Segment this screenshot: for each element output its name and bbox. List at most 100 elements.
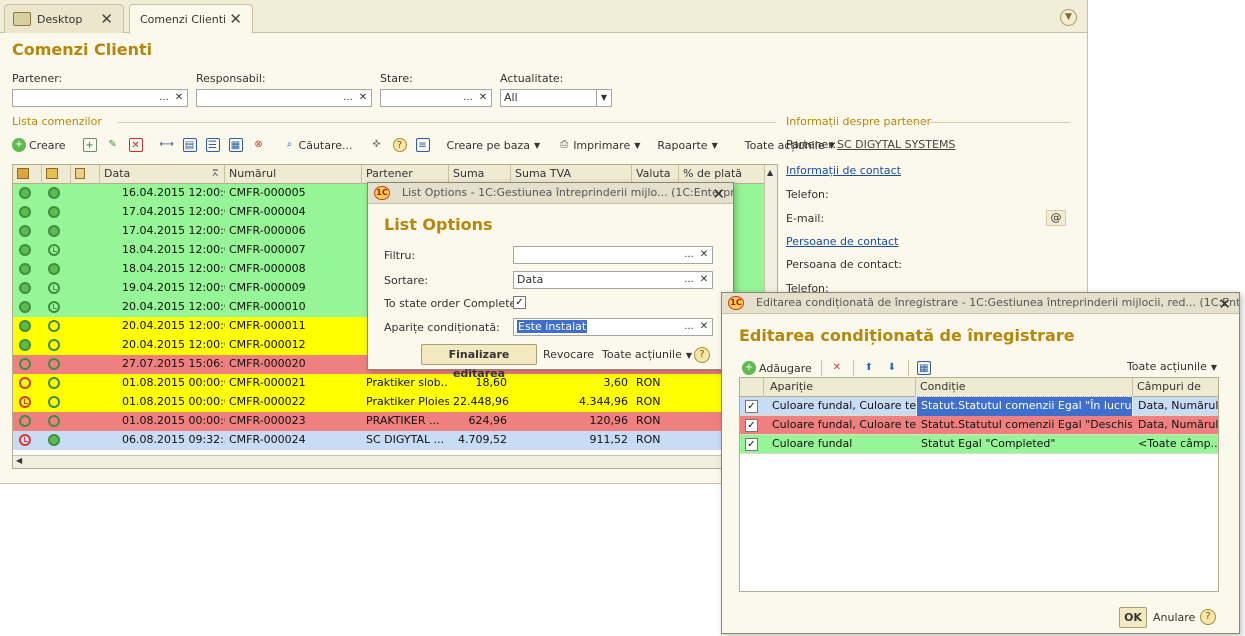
column-header-conditie[interactable]: Condiție (916, 378, 1133, 397)
status-cells (13, 431, 100, 450)
create-based-label: Creare pe baza (446, 138, 531, 152)
search-icon: ⌕ (286, 139, 293, 150)
delete-button[interactable]: ✕ (830, 361, 844, 375)
column-header-campuri[interactable]: Câmpuri de pr... (1133, 378, 1218, 411)
all-actions-button[interactable]: Toate acțiunile ▼ (1127, 360, 1217, 373)
scroll-left-icon[interactable]: ◀ (16, 456, 22, 465)
cell-vat: 4.344,96 (511, 393, 632, 412)
divider (820, 360, 822, 376)
close-icon[interactable]: ✕ (1218, 294, 1231, 313)
move-up-button[interactable]: ⬆ (862, 361, 876, 375)
contact-persons-link[interactable]: Persoane de contact (786, 235, 898, 248)
add-button[interactable]: + Adăugare (742, 361, 812, 375)
cell-date: 17.04.2015 12:00:00 (100, 203, 225, 222)
table-row[interactable]: 01.08.2015 00:00:00CMFR-000021Praktiker … (13, 374, 765, 393)
edit-button[interactable]: ✎ (106, 138, 120, 152)
all-actions-button[interactable]: Toate acțiunile ▼ (602, 348, 692, 361)
finish-editing-button[interactable]: Finalizare editarea (421, 344, 537, 380)
create-label: Creare (29, 138, 66, 152)
app-logo-icon: 1C (728, 296, 744, 310)
actualitate-select[interactable]: All ▼ (500, 89, 612, 107)
contact-info-link[interactable]: Informații de contact (786, 164, 901, 177)
enabled-checkbox[interactable]: ✓ (745, 400, 758, 413)
select-button[interactable]: ... (682, 272, 696, 288)
select-button[interactable]: ... (341, 90, 355, 106)
partener-field[interactable]: ... ✕ (12, 89, 188, 107)
cell-number: CMFR-000010 (225, 298, 362, 317)
tab-comenzi-clienti[interactable]: Comenzi Clienti ✕ (129, 4, 253, 34)
select-button[interactable]: ... (157, 90, 171, 106)
payment-column-header[interactable] (42, 165, 71, 184)
print-button[interactable]: ⎙ Imprimare ▼ (557, 138, 640, 152)
partner-section-title: Informații despre partener (786, 115, 932, 128)
cell-number: CMFR-000011 (225, 317, 362, 336)
clear-icon[interactable]: ✕ (356, 90, 370, 106)
tab-bar: Desktop ✕ Comenzi Clienti ✕ ▼ (0, 0, 1087, 34)
select-button[interactable]: ... (682, 319, 696, 335)
clear-icon[interactable]: ✕ (476, 90, 490, 106)
filter-field[interactable]: ... ✕ (513, 246, 713, 264)
conditions-table[interactable]: Apariție Condiție Câmpuri de pr... ✓ Culo… (739, 377, 1219, 592)
table-row[interactable]: ✓ Culoare fundal, Culoare text Statut.Stat… (740, 416, 1218, 435)
delete-button[interactable]: ✕ (128, 138, 143, 152)
clear-filter-button[interactable]: ⊗ (252, 138, 266, 152)
stare-field[interactable]: ... ✕ (380, 89, 492, 107)
clear-icon[interactable]: ✕ (697, 319, 711, 335)
list-view-button[interactable]: ☰ (205, 138, 220, 152)
sort-value: Data (517, 273, 544, 286)
tools-button[interactable]: ✜ (370, 138, 384, 152)
horizontal-scrollbar[interactable]: ◀ (13, 455, 765, 468)
cancel-link[interactable]: Revocare (543, 348, 594, 361)
tab-desktop[interactable]: Desktop ✕ (4, 4, 124, 33)
close-icon[interactable]: ✕ (100, 10, 113, 28)
ok-button[interactable]: OK (1119, 607, 1147, 628)
help-icon[interactable]: ? (1200, 609, 1216, 625)
email-icon[interactable]: @ (1046, 210, 1066, 226)
view-button[interactable]: ▤ (182, 138, 197, 152)
enabled-checkbox[interactable]: ✓ (745, 419, 758, 432)
status-column-header[interactable] (13, 165, 42, 184)
status-red-icon (19, 377, 31, 389)
status-cells (13, 355, 100, 374)
column-header-data[interactable]: Data ⩞ (100, 165, 225, 184)
create-based-button[interactable]: Creare pe baza ▼ (447, 139, 541, 152)
table-row[interactable]: 01.08.2015 00:00:00CMFR-000022Praktiker … (13, 393, 765, 412)
enabled-checkbox[interactable]: ✓ (745, 438, 758, 451)
column-label: Data (104, 167, 131, 180)
table-view-button[interactable]: ▦ (228, 138, 243, 152)
help-icon[interactable]: ? (694, 347, 710, 363)
close-icon[interactable]: ✕ (712, 184, 725, 203)
scroll-up-icon[interactable]: ▲ (767, 168, 773, 177)
mark-button[interactable]: ⟷ (160, 138, 174, 152)
cancel-button[interactable]: Anulare (1153, 611, 1195, 624)
sort-field[interactable]: Data ... ✕ (513, 271, 713, 289)
create-button[interactable]: + Creare (12, 138, 66, 152)
settings-button[interactable]: ≡ (415, 138, 430, 152)
chevron-down-icon[interactable]: ▼ (596, 90, 611, 106)
select-button[interactable]: ... (682, 247, 696, 263)
chevron-down-icon[interactable]: ▼ (1060, 9, 1077, 26)
responsabil-field[interactable]: ... ✕ (196, 89, 372, 107)
clear-icon[interactable]: ✕ (172, 90, 186, 106)
close-icon[interactable]: ✕ (229, 10, 242, 28)
select-button[interactable]: ... (461, 90, 475, 106)
conditional-field[interactable]: Este instalat ... ✕ (513, 318, 713, 336)
column-header-numarul[interactable]: Numărul (225, 165, 362, 184)
column-header-aparitie[interactable]: Apariție (764, 378, 916, 397)
search-button[interactable]: ⌕ Căutare... (283, 138, 353, 152)
clear-icon[interactable]: ✕ (697, 247, 711, 263)
table-row[interactable]: 06.08.2015 09:32:34CMFR-000024SC DIGYTAL… (13, 431, 765, 450)
completed-checkbox[interactable]: ✓ (513, 296, 526, 309)
table-row[interactable]: ✓ Culoare fundal Statut Egal "Completed" <T… (740, 435, 1218, 454)
copy-button[interactable]: + (82, 138, 97, 152)
table-row[interactable]: ✓ Culoare fundal, Culoare text Statut.Stat… (740, 396, 1218, 417)
lock-column-header[interactable] (71, 165, 100, 184)
reports-button[interactable]: Rapoarte ▼ (657, 139, 717, 152)
help-icon: ? (392, 138, 407, 152)
move-down-button[interactable]: ⬇ (885, 361, 899, 375)
settings-button[interactable]: ▦ (916, 361, 931, 375)
help-button[interactable]: ? (392, 138, 407, 152)
clear-icon[interactable]: ✕ (697, 272, 711, 288)
table-row[interactable]: 01.08.2015 00:00:00CMFR-000023PRAKTIKER … (13, 412, 765, 431)
partner-name-link[interactable]: SC DIGYTAL SYSTEMS (837, 138, 955, 151)
